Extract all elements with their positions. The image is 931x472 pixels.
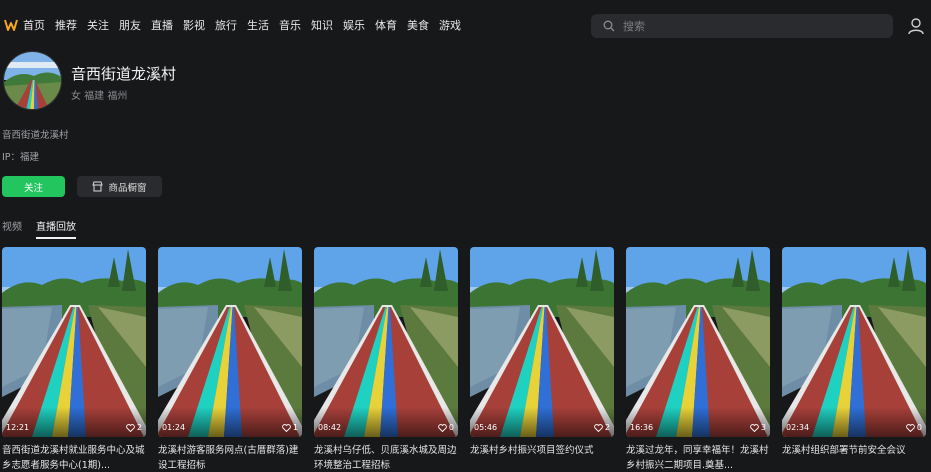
video-duration: 08:42 (318, 423, 342, 432)
video-likes-count: 0 (916, 423, 922, 432)
nav-item-home[interactable]: 首页 (23, 18, 45, 34)
nav-item-live[interactable]: 直播 (151, 18, 173, 34)
video-likes: 2 (594, 423, 610, 432)
nav-item-film[interactable]: 影视 (183, 18, 205, 34)
nav-item-life[interactable]: 生活 (247, 18, 269, 34)
video-thumbnail[interactable] (314, 247, 458, 437)
video-thumbnail[interactable] (158, 247, 302, 437)
video-likes-count: 0 (448, 423, 454, 432)
video-title[interactable]: 龙溪村组织部署节前安全会议 (782, 443, 926, 458)
video-card[interactable]: 08:42 0 龙溪村乌仔低、贝底溪水城及周边环境整治工程招标 (314, 247, 458, 472)
video-card[interactable]: 12:21 2 音西街道龙溪村就业服务中心及城乡志愿者服务中心(1期)... (2, 247, 146, 472)
nav-item-friends[interactable]: 朋友 (119, 18, 141, 34)
video-likes-count: 1 (292, 423, 298, 432)
video-thumbnail[interactable] (2, 247, 146, 437)
search-icon (603, 20, 615, 32)
heart-icon (906, 423, 915, 432)
profile-ip: IP：福建 (2, 152, 40, 163)
video-card[interactable]: 02:34 0 龙溪村组织部署节前安全会议 (782, 247, 926, 472)
nav-item-entertainment[interactable]: 娱乐 (343, 18, 365, 34)
app-logo-icon[interactable] (4, 18, 18, 32)
video-card[interactable]: 16:36 3 龙溪过龙年，同享幸福年！龙溪村乡村振兴二期项目.奠基... (626, 247, 770, 472)
video-grid: 12:21 2 音西街道龙溪村就业服务中心及城乡志愿者服务中心(1期)... 01:… (2, 247, 931, 472)
nav-item-following[interactable]: 关注 (87, 18, 109, 34)
video-duration: 01:24 (162, 423, 186, 432)
avatar[interactable] (3, 51, 62, 110)
video-thumbnail[interactable] (626, 247, 770, 437)
video-title[interactable]: 龙溪村游客服务网点(古厝群落)建设工程招标 (158, 443, 302, 472)
top-bar: 首页 推荐 关注 朋友 直播 影视 旅行 生活 音乐 知识 娱乐 体育 美食 游… (0, 0, 931, 52)
video-likes-count: 3 (760, 423, 766, 432)
video-title[interactable]: 龙溪村乡村振兴项目签约仪式 (470, 443, 614, 458)
follow-button[interactable]: 关注 (2, 176, 65, 197)
profile-meta: 女 福建 福州 (71, 91, 128, 102)
nav-item-travel[interactable]: 旅行 (215, 18, 237, 34)
shop-icon (92, 181, 104, 192)
profile-name: 音西街道龙溪村 (71, 65, 177, 83)
search-input[interactable] (623, 17, 883, 35)
shop-window-button[interactable]: 商品橱窗 (77, 176, 162, 197)
nav-item-food[interactable]: 美食 (407, 18, 429, 34)
video-title[interactable]: 龙溪过龙年，同享幸福年！龙溪村乡村振兴二期项目.奠基... (626, 443, 770, 472)
video-title[interactable]: 音西街道龙溪村就业服务中心及城乡志愿者服务中心(1期)... (2, 443, 146, 472)
heart-icon (438, 423, 447, 432)
video-likes: 0 (438, 423, 454, 432)
nav-item-games[interactable]: 游戏 (439, 18, 461, 34)
heart-icon (126, 423, 135, 432)
video-likes: 3 (750, 423, 766, 432)
video-thumbnail[interactable] (470, 247, 614, 437)
nav-item-knowledge[interactable]: 知识 (311, 18, 333, 34)
video-thumbnail[interactable] (782, 247, 926, 437)
video-likes: 1 (282, 423, 298, 432)
user-icon[interactable] (907, 17, 925, 35)
content-tabs: 视频 直播回放 (2, 218, 90, 239)
video-likes-count: 2 (136, 423, 142, 432)
heart-icon (594, 423, 603, 432)
shop-window-label: 商品橱窗 (108, 182, 147, 194)
video-card[interactable]: 05:46 2 龙溪村乡村振兴项目签约仪式 (470, 247, 614, 472)
main-nav: 首页 推荐 关注 朋友 直播 影视 旅行 生活 音乐 知识 娱乐 体育 美食 游… (23, 18, 471, 34)
search-box (591, 14, 893, 38)
video-likes-count: 2 (604, 423, 610, 432)
video-likes: 0 (906, 423, 922, 432)
video-card[interactable]: 01:24 1 龙溪村游客服务网点(古厝群落)建设工程招标 (158, 247, 302, 472)
video-duration: 16:36 (630, 423, 654, 432)
tab-live-replay[interactable]: 直播回放 (36, 218, 76, 239)
video-duration: 12:21 (6, 423, 30, 432)
nav-item-recommend[interactable]: 推荐 (55, 18, 77, 34)
profile-bio: 音西街道龙溪村 (2, 130, 69, 141)
video-duration: 05:46 (474, 423, 498, 432)
tab-videos[interactable]: 视频 (2, 218, 22, 239)
video-duration: 02:34 (786, 423, 810, 432)
heart-icon (750, 423, 759, 432)
video-title[interactable]: 龙溪村乌仔低、贝底溪水城及周边环境整治工程招标 (314, 443, 458, 472)
video-likes: 2 (126, 423, 142, 432)
nav-item-music[interactable]: 音乐 (279, 18, 301, 34)
nav-item-sports[interactable]: 体育 (375, 18, 397, 34)
heart-icon (282, 423, 291, 432)
